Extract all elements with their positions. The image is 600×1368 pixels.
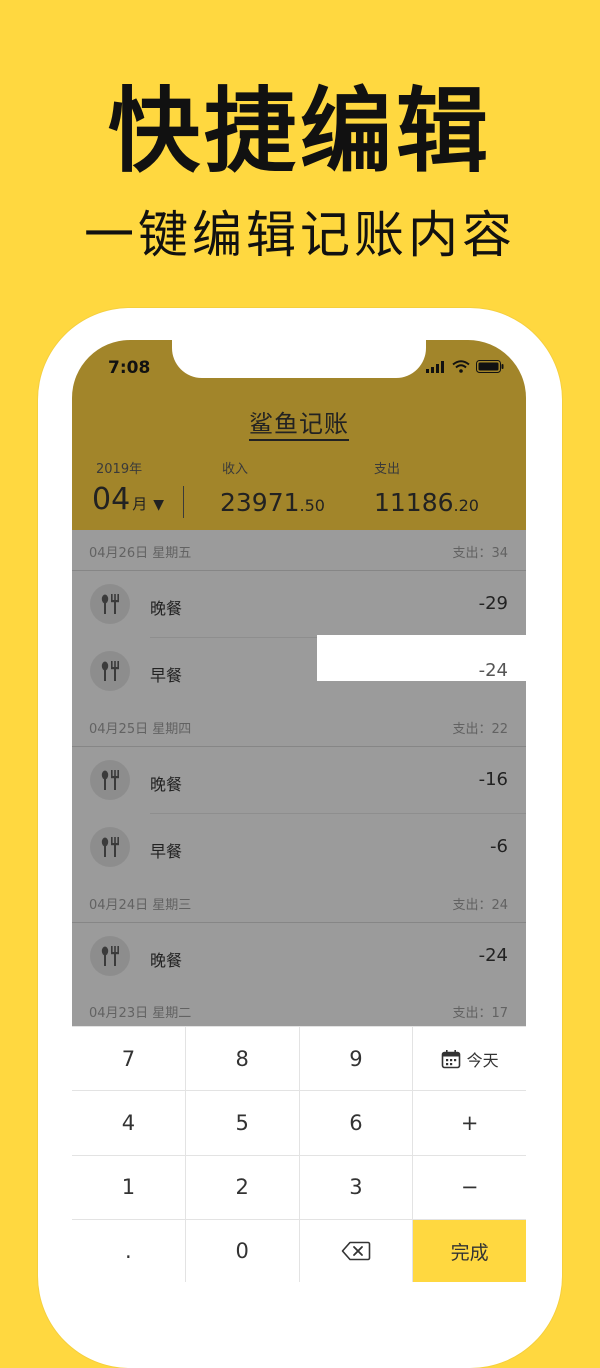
minus-key[interactable]: − xyxy=(413,1155,526,1219)
key-2[interactable]: 2 xyxy=(185,1155,299,1219)
year-label: 2019年 xyxy=(96,462,143,477)
day-date: 04月25日 星期四 xyxy=(89,722,192,737)
key-6[interactable]: 6 xyxy=(299,1091,413,1155)
app-title: 鲨鱼记账 xyxy=(72,404,526,441)
key-8[interactable]: 8 xyxy=(185,1027,299,1091)
app-title-text: 鲨鱼记账 xyxy=(249,410,349,441)
calendar-icon xyxy=(441,1049,460,1068)
expense-label: 支出 xyxy=(374,462,401,477)
done-button[interactable]: 完成 xyxy=(413,1219,526,1283)
day-header: 04月24日 星期三 支出：24 xyxy=(72,882,526,923)
status-icons xyxy=(426,360,504,373)
header-divider xyxy=(183,486,184,518)
battery-icon xyxy=(476,360,504,373)
entry-amount[interactable]: -24 xyxy=(479,660,508,681)
signal-icon xyxy=(426,360,444,373)
phone-notch xyxy=(172,340,426,378)
key-3[interactable]: 3 xyxy=(299,1155,413,1219)
fork-spoon-icon xyxy=(90,584,130,624)
fork-spoon-icon xyxy=(90,760,130,800)
month-unit: 月 xyxy=(132,495,148,513)
income-integer: 23971 xyxy=(220,488,300,517)
key-7[interactable]: 7 xyxy=(72,1027,185,1091)
list-item[interactable]: 晚餐 -29 xyxy=(72,571,526,638)
day-total: 支出：22 xyxy=(452,722,508,737)
income-label: 收入 xyxy=(222,462,249,477)
today-label: 今天 xyxy=(466,1050,499,1070)
month-picker[interactable]: 04 月 ▼ xyxy=(92,482,164,517)
list-item[interactable]: 早餐 -6 xyxy=(72,814,526,881)
promo-subtitle: 一键编辑记账内容 xyxy=(84,206,516,264)
key-0[interactable]: 0 xyxy=(185,1219,299,1283)
entry-amount: -6 xyxy=(490,836,508,857)
income-decimal: .50 xyxy=(299,496,325,515)
day-total: 支出：34 xyxy=(452,546,508,561)
entry-label: 晚餐 xyxy=(150,951,183,970)
number-keypad: 7 8 9 今天 4 5 6 + 1 2 3 − . 0 完成 xyxy=(72,1026,526,1283)
expense-decimal: .20 xyxy=(453,496,479,515)
entry-amount: -29 xyxy=(478,593,508,614)
entry-label: 晚餐 xyxy=(150,775,183,794)
list-item[interactable]: 晚餐 -16 xyxy=(72,747,526,814)
entry-label: 早餐 xyxy=(150,666,183,685)
promo-title: 快捷编辑 xyxy=(107,78,492,185)
status-time: 7:08 xyxy=(108,358,151,378)
decimal-key[interactable]: . xyxy=(72,1219,185,1283)
wifi-icon xyxy=(452,360,470,373)
record-list: 04月26日 星期五 支出：34 晚餐 -29 早餐 -24 04月25日 星期… xyxy=(72,530,526,1026)
fork-spoon-icon xyxy=(90,651,130,691)
backspace-icon xyxy=(341,1242,371,1261)
entry-amount: -24 xyxy=(478,945,508,966)
entry-label: 晚餐 xyxy=(150,599,183,618)
day-total: 支出：17 xyxy=(452,1006,508,1021)
day-date: 04月23日 星期二 xyxy=(89,1006,192,1021)
day-date: 04月24日 星期三 xyxy=(89,898,192,913)
entry-amount: -16 xyxy=(478,769,508,790)
fork-spoon-icon xyxy=(90,936,130,976)
day-total: 支出：24 xyxy=(452,898,508,913)
fork-spoon-icon xyxy=(90,827,130,867)
key-1[interactable]: 1 xyxy=(72,1155,185,1219)
list-item[interactable]: 晚餐 -24 xyxy=(72,923,526,990)
key-5[interactable]: 5 xyxy=(185,1091,299,1155)
caret-down-icon: ▼ xyxy=(153,497,164,513)
day-header: 04月23日 星期二 支出：17 xyxy=(72,990,526,1030)
expense-integer: 11186 xyxy=(374,488,454,517)
entry-label: 早餐 xyxy=(150,842,183,861)
key-4[interactable]: 4 xyxy=(72,1091,185,1155)
plus-key[interactable]: + xyxy=(413,1091,526,1155)
backspace-button[interactable] xyxy=(299,1219,413,1283)
screen-bottom xyxy=(72,1282,526,1360)
today-button[interactable]: 今天 xyxy=(413,1027,526,1091)
day-header: 04月26日 星期五 支出：34 xyxy=(72,530,526,571)
month-number: 04 xyxy=(92,482,131,517)
day-date: 04月26日 星期五 xyxy=(89,546,192,561)
income-value: 23971.50 xyxy=(220,488,325,517)
day-header: 04月25日 星期四 支出：22 xyxy=(72,706,526,747)
expense-value: 11186.20 xyxy=(374,488,479,517)
list-item[interactable]: 早餐 -24 xyxy=(72,635,526,705)
key-9[interactable]: 9 xyxy=(299,1027,413,1091)
phone-screen: 7:08 鲨鱼记账 2019年 04 月 ▼ 收入 23971.50 支出 11… xyxy=(72,340,526,1360)
